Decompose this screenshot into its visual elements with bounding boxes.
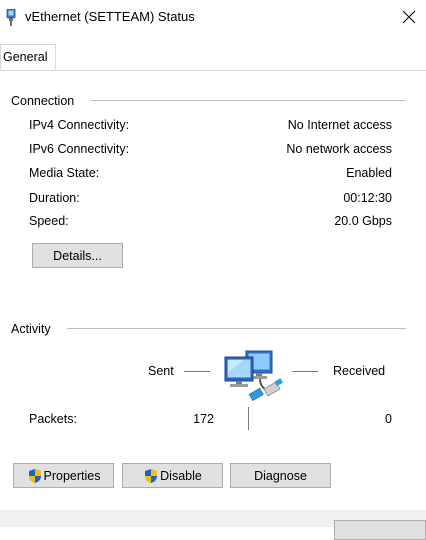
title-bar: vEthernet (SETTEAM) Status (0, 0, 426, 34)
window-title: vEthernet (SETTEAM) Status (25, 9, 195, 24)
connection-divider (91, 100, 406, 101)
packets-divider (248, 407, 249, 430)
ipv6-connectivity-value: No network access (286, 142, 392, 156)
connection-heading: Connection (11, 94, 81, 108)
properties-button-label: Properties (43, 468, 101, 483)
tab-general[interactable]: General (0, 44, 56, 70)
disable-button[interactable]: Disable (122, 463, 223, 488)
uac-shield-icon (145, 468, 158, 483)
close-dialog-button[interactable] (334, 520, 426, 540)
ipv4-connectivity-value: No Internet access (287, 118, 392, 132)
speed-value: 20.0 Gbps (334, 214, 392, 228)
packets-sent-value: 172 (193, 412, 214, 426)
disable-button-label: Disable (160, 468, 202, 483)
dialog-footer (0, 510, 426, 540)
close-button[interactable] (392, 0, 426, 34)
packets-label: Packets: (29, 412, 77, 426)
properties-button[interactable]: Properties (13, 463, 114, 488)
details-button[interactable]: Details... (32, 243, 123, 268)
activity-heading: Activity (11, 322, 57, 336)
duration-label: Duration: (29, 191, 80, 205)
diagnose-button[interactable]: Diagnose (230, 463, 331, 488)
duration-value: 00:12:30 (343, 191, 392, 205)
packets-received-value: 0 (385, 412, 392, 426)
media-state-value: Enabled (346, 166, 392, 180)
received-connector-line (292, 371, 318, 372)
received-label: Received (333, 364, 386, 378)
media-state-label: Media State: (29, 166, 100, 180)
uac-shield-icon (28, 468, 41, 483)
network-computers-icon (224, 350, 283, 402)
ipv6-connectivity-label: IPv6 Connectivity: (29, 142, 130, 156)
sent-connector-line (184, 371, 210, 372)
ipv4-connectivity-label: IPv4 Connectivity: (29, 118, 130, 132)
tab-strip: General (0, 44, 426, 70)
activity-divider (67, 328, 406, 329)
speed-label: Speed: (29, 214, 69, 228)
tab-panel-general: Connection IPv4 Connectivity: No Interne… (0, 70, 426, 510)
sent-label: Sent (148, 364, 174, 378)
network-adapter-icon (6, 9, 16, 26)
close-icon (402, 10, 416, 24)
